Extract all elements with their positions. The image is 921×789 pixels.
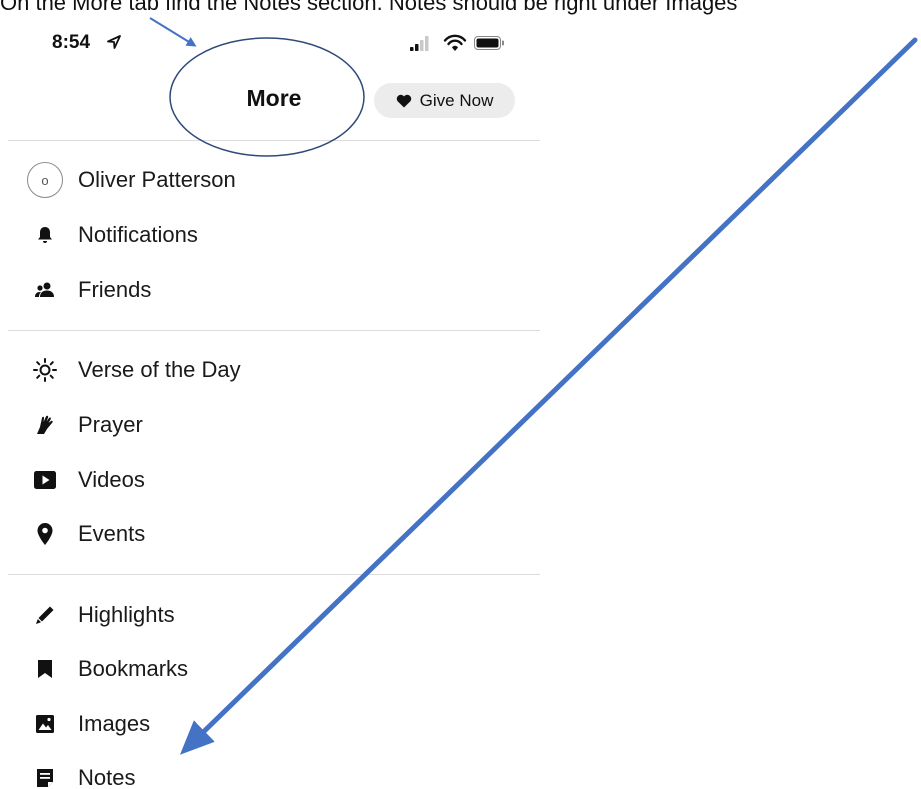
menu-item-label: Notifications bbox=[78, 222, 198, 247]
avatar-initial: o bbox=[41, 172, 49, 188]
menu-item-label: Oliver Patterson bbox=[78, 167, 236, 192]
menu-item-images[interactable]: Images bbox=[26, 704, 526, 744]
status-icons bbox=[410, 34, 504, 51]
divider bbox=[8, 330, 540, 331]
image-icon bbox=[36, 715, 54, 733]
menu-item-label: Events bbox=[78, 521, 146, 546]
sun-icon bbox=[33, 358, 57, 382]
header: More Give Now bbox=[0, 62, 540, 140]
menu-item-profile[interactable]: o Oliver Patterson bbox=[26, 160, 526, 200]
menu-item-prayer[interactable]: Prayer bbox=[26, 405, 526, 445]
menu-item-events[interactable]: Events bbox=[26, 514, 526, 554]
praying-hands-icon bbox=[37, 415, 53, 434]
cellular-signal-icon bbox=[410, 36, 429, 51]
annotation-arrow-large bbox=[179, 37, 918, 755]
friends-icon bbox=[35, 282, 54, 297]
menu-item-notifications[interactable]: Notifications bbox=[26, 215, 526, 255]
give-now-button[interactable]: Give Now bbox=[374, 83, 515, 118]
note-icon bbox=[37, 769, 53, 787]
divider bbox=[8, 140, 540, 141]
battery-icon bbox=[474, 36, 504, 50]
heart-icon bbox=[396, 94, 411, 107]
bookmark-icon bbox=[38, 660, 52, 678]
status-bar: 8:54 bbox=[0, 30, 540, 62]
menu-item-label: Images bbox=[78, 711, 151, 736]
menu-item-label: Prayer bbox=[78, 412, 143, 437]
menu-item-bookmarks[interactable]: Bookmarks bbox=[26, 649, 526, 689]
menu-item-label: Bookmarks bbox=[78, 656, 189, 681]
map-pin-icon bbox=[37, 523, 53, 545]
bell-icon bbox=[38, 227, 52, 243]
play-icon bbox=[34, 471, 56, 489]
menu-item-friends[interactable]: Friends bbox=[26, 270, 526, 310]
menu-item-verse-of-the-day[interactable]: Verse of the Day bbox=[26, 350, 526, 390]
menu-item-notes[interactable]: Notes bbox=[26, 758, 526, 789]
divider bbox=[8, 574, 540, 575]
give-now-label: Give Now bbox=[419, 90, 494, 110]
menu-item-label: Videos bbox=[78, 467, 145, 492]
avatar: o bbox=[27, 162, 63, 198]
status-time: 8:54 bbox=[52, 32, 91, 53]
menu-item-label: Notes bbox=[78, 765, 136, 789]
instruction-text: On the More tab find the Notes section. … bbox=[0, 0, 738, 15]
location-arrow-icon bbox=[107, 35, 121, 49]
pen-icon bbox=[36, 606, 54, 624]
menu-item-label: Friends bbox=[78, 277, 152, 302]
wifi-icon bbox=[443, 34, 467, 51]
menu-item-highlights[interactable]: Highlights bbox=[26, 595, 526, 635]
menu-item-label: Verse of the Day bbox=[78, 357, 241, 382]
menu-item-videos[interactable]: Videos bbox=[26, 460, 526, 500]
menu-item-label: Highlights bbox=[78, 602, 175, 627]
